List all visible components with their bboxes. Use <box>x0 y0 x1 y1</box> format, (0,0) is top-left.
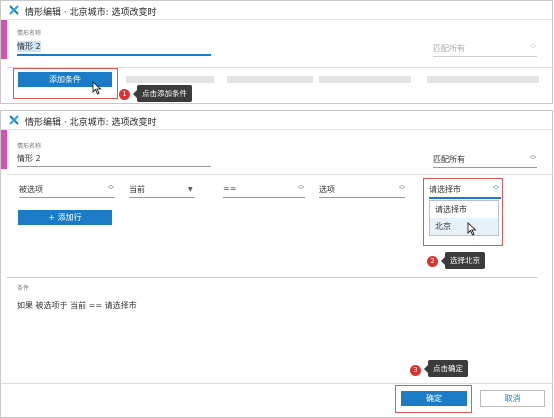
select-updown-icon: ︿ ﹀ <box>108 182 115 194</box>
match-mode-underline <box>433 56 537 57</box>
condition-label: 条件 <box>17 285 30 292</box>
dropdown-option-beijing[interactable]: 北京 <box>430 218 498 235</box>
city-select[interactable]: 请选择市 <box>429 184 461 195</box>
operator-select-underline <box>223 197 305 198</box>
field-select-underline <box>19 197 115 198</box>
situation-name-input[interactable]: 情形 2 <box>17 41 41 52</box>
step-badge: 1 <box>119 89 130 100</box>
step-badge: 3 <box>410 365 421 376</box>
value-type-select[interactable]: 选项 <box>319 184 335 195</box>
app-logo-icon <box>9 115 19 125</box>
step-badge: 2 <box>427 256 438 267</box>
accent-bar <box>1 130 7 169</box>
ok-button[interactable]: 确定 <box>401 391 467 406</box>
situation-name-label: 情形名称 <box>17 30 42 37</box>
placeholder-bar <box>319 76 411 83</box>
situation-editor-panel: 情形编辑 · 北京城市: 选项改变时 情形名称 情形 2 匹配所有 ︿ ﹀ 被选项… <box>0 110 553 418</box>
window-title: 情形编辑 · 北京城市: 选项改变时 <box>25 118 157 128</box>
mouse-cursor-icon <box>467 222 477 236</box>
select-updown-icon: ︿ ﹀ <box>530 41 537 53</box>
select-updown-icon: ︿ ﹀ <box>298 182 305 194</box>
cancel-button[interactable]: 取消 <box>480 390 545 407</box>
scope-select[interactable]: 当前 <box>129 184 145 195</box>
section-divider <box>7 174 553 175</box>
field-select[interactable]: 被选项 <box>19 184 43 195</box>
step-tooltip: 选择北京 <box>441 252 485 269</box>
situation-name-input[interactable]: 情形 2 <box>17 153 41 164</box>
footer-divider <box>1 383 553 384</box>
situation-name-underline <box>17 54 211 56</box>
condition-summary: 如果 被选项于 当前 == 请选择市 <box>17 301 137 310</box>
title-bar: 情形编辑 · 北京城市: 选项改变时 <box>1 111 552 130</box>
value-type-underline <box>319 197 405 198</box>
select-updown-icon: ︿ ﹀ <box>493 182 500 194</box>
accent-bar <box>1 20 7 59</box>
title-bar: 情形编辑 · 北京城市: 选项改变时 <box>1 1 552 20</box>
placeholder-bar <box>227 76 313 83</box>
select-updown-icon: ︿ ﹀ <box>399 182 406 194</box>
match-mode-underline <box>433 167 537 168</box>
situation-name-label: 情形名称 <box>17 143 42 150</box>
app-logo-icon <box>9 5 19 15</box>
placeholder-bar <box>427 76 539 83</box>
dropdown-option[interactable]: 请选择市 <box>430 201 498 218</box>
situation-editor-panel-collapsed: 情形编辑 · 北京城市: 选项改变时 情形名称 情形 2 匹配所有 ︿ ﹀ 添加条… <box>0 0 553 104</box>
step-tooltip: 点击确定 <box>424 360 468 377</box>
situation-name-underline <box>17 166 211 167</box>
add-row-button[interactable]: + 添加行 <box>18 210 112 225</box>
section-divider <box>7 277 537 278</box>
city-select-underline <box>429 197 501 199</box>
match-mode-select[interactable]: 匹配所有 <box>433 154 465 165</box>
step-tooltip: 点击添加条件 <box>133 85 192 102</box>
chevron-down-icon: ▼ <box>188 186 193 193</box>
city-dropdown-menu: 请选择市 北京 <box>429 200 499 236</box>
match-mode-select[interactable]: 匹配所有 <box>433 43 465 54</box>
scope-select-underline <box>129 197 195 198</box>
placeholder-bar <box>126 76 214 83</box>
mouse-cursor-icon <box>92 81 102 95</box>
operator-select[interactable]: == <box>223 184 236 193</box>
select-updown-icon: ︿ ﹀ <box>530 152 537 164</box>
window-title: 情形编辑 · 北京城市: 选项改变时 <box>25 8 157 18</box>
